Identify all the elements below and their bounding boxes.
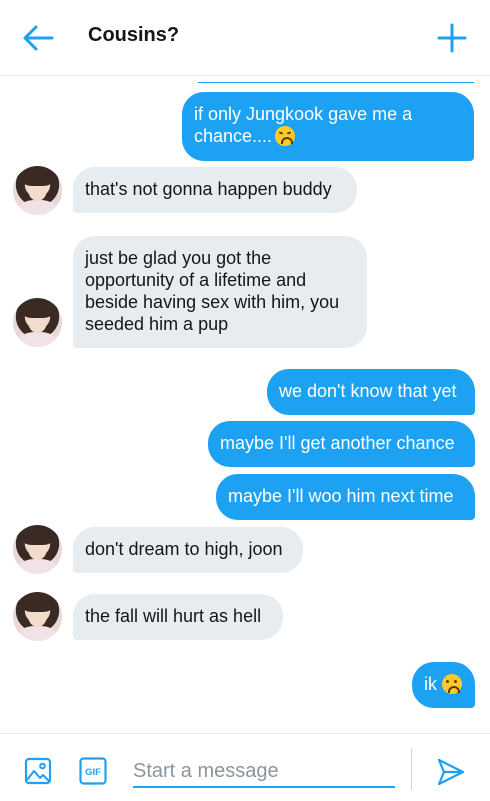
conversation-title: Cousins? — [88, 24, 180, 46]
message-received[interactable]: don't dream to high, joon — [73, 527, 303, 573]
avatar[interactable] — [13, 592, 62, 641]
composer-divider — [411, 748, 412, 790]
message-text: don't dream to high, joon — [85, 539, 283, 559]
frowning-face-icon — [442, 674, 462, 694]
weary-face-icon — [275, 126, 296, 146]
avatar[interactable] — [13, 166, 62, 215]
message-sent[interactable]: maybe I'll get another chance — [208, 421, 475, 467]
message-sent[interactable]: if only Jungkook gave me a chance.... — [182, 92, 474, 161]
message-sent[interactable]: we don't know that yet — [267, 369, 475, 415]
message-text: that's not gonna happen buddy — [85, 179, 332, 199]
message-text: the fall will hurt as hell — [85, 606, 262, 626]
conversation-header: Cousins? — [0, 0, 490, 76]
message-text: we don't know that yet — [279, 381, 457, 401]
message-text: if only Jungkook gave me a chance.... — [194, 104, 413, 146]
avatar[interactable] — [13, 298, 62, 347]
send-icon[interactable] — [436, 757, 466, 787]
gif-label: GIF — [85, 767, 101, 778]
avatar[interactable] — [13, 525, 62, 574]
arrow-left-icon[interactable] — [20, 22, 56, 54]
message-text: ik — [424, 674, 437, 694]
message-text: maybe I'll woo him next time — [228, 486, 454, 506]
message-received[interactable]: the fall will hurt as hell — [73, 594, 283, 640]
scroll-edge-line — [198, 82, 474, 83]
message-sent[interactable]: ik — [412, 662, 475, 708]
message-text: maybe I'll get another chance — [220, 433, 455, 453]
message-composer: GIF — [0, 733, 490, 801]
message-text: just be glad you got the opportunity of … — [85, 248, 340, 334]
gif-button[interactable]: GIF — [79, 757, 107, 785]
message-received[interactable]: that's not gonna happen buddy — [73, 167, 357, 213]
image-icon[interactable] — [24, 757, 52, 785]
plus-icon[interactable] — [434, 20, 470, 56]
message-input[interactable] — [133, 756, 395, 788]
message-received[interactable]: just be glad you got the opportunity of … — [73, 236, 367, 348]
message-sent[interactable]: maybe I'll woo him next time — [216, 474, 475, 520]
